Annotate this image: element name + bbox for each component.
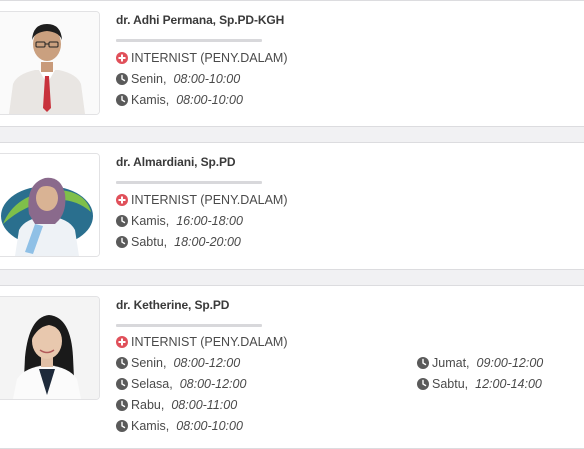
schedule-time: 08:00-12:00 bbox=[179, 377, 247, 391]
plus-circle-icon bbox=[116, 194, 128, 206]
schedule-item: Rabu, 08:00-11:00 bbox=[116, 398, 237, 412]
clock-icon bbox=[116, 236, 128, 248]
clock-icon bbox=[116, 378, 128, 390]
doctor-name[interactable]: dr. Adhi Permana, Sp.PD-KGH bbox=[116, 13, 284, 27]
schedule-day: Rabu, bbox=[131, 398, 165, 412]
schedule-item: Selasa, 08:00-12:00 bbox=[116, 377, 246, 391]
name-divider bbox=[116, 39, 262, 42]
schedule-day: Sabtu, bbox=[131, 235, 168, 249]
schedule-item: Kamis, 16:00-18:00 bbox=[116, 214, 243, 228]
schedule-item: Sabtu, 12:00-14:00 bbox=[417, 377, 542, 391]
doctor-specialty: INTERNIST (PENY.DALAM) bbox=[116, 335, 288, 349]
clock-icon bbox=[417, 378, 429, 390]
schedule-time: 16:00-18:00 bbox=[176, 214, 243, 228]
clock-icon bbox=[116, 73, 128, 85]
clock-icon bbox=[116, 399, 128, 411]
schedule-time: 18:00-20:00 bbox=[174, 235, 241, 249]
schedule-day: Selasa, bbox=[131, 377, 173, 391]
clock-icon bbox=[116, 357, 128, 369]
doctor-specialty: INTERNIST (PENY.DALAM) bbox=[116, 193, 288, 207]
name-divider bbox=[116, 181, 262, 184]
schedule-time: 09:00-12:00 bbox=[476, 356, 544, 370]
schedule-day: Senin, bbox=[131, 72, 167, 86]
schedule-day: Sabtu, bbox=[432, 377, 469, 391]
doctor-photo bbox=[0, 153, 100, 257]
schedule-item: Senin, 08:00-12:00 bbox=[116, 356, 240, 370]
schedule-item: Kamis, 08:00-10:00 bbox=[116, 93, 243, 107]
specialty-label: INTERNIST (PENY.DALAM) bbox=[131, 335, 288, 349]
doctor-specialty: INTERNIST (PENY.DALAM) bbox=[116, 51, 288, 65]
schedule-time: 08:00-12:00 bbox=[173, 356, 241, 370]
schedule-item: Kamis, 08:00-10:00 bbox=[116, 419, 243, 433]
specialty-label: INTERNIST (PENY.DALAM) bbox=[131, 193, 288, 207]
schedule-time: 08:00-10:00 bbox=[176, 419, 243, 433]
schedule-day: Kamis, bbox=[131, 214, 170, 228]
name-divider bbox=[116, 324, 262, 327]
schedule-day: Jumat, bbox=[432, 356, 470, 370]
specialty-label: INTERNIST (PENY.DALAM) bbox=[131, 51, 288, 65]
schedule-item: Jumat, 09:00-12:00 bbox=[417, 356, 543, 370]
schedule-day: Senin, bbox=[131, 356, 167, 370]
schedule-item: Sabtu, 18:00-20:00 bbox=[116, 235, 241, 249]
doctor-name[interactable]: dr. Almardiani, Sp.PD bbox=[116, 155, 236, 169]
schedule-time: 08:00-11:00 bbox=[171, 398, 238, 412]
schedule-time: 08:00-10:00 bbox=[173, 72, 241, 86]
plus-circle-icon bbox=[116, 52, 128, 64]
schedule-time: 08:00-10:00 bbox=[176, 93, 243, 107]
doctor-photo bbox=[0, 11, 100, 115]
schedule-day: Kamis, bbox=[131, 419, 170, 433]
clock-icon bbox=[116, 94, 128, 106]
doctor-photo bbox=[0, 296, 100, 400]
plus-circle-icon bbox=[116, 336, 128, 348]
doctor-card: dr. Ketherine, Sp.PD INTERNIST (PENY.DAL… bbox=[0, 285, 584, 449]
doctor-card: dr. Almardiani, Sp.PD INTERNIST (PENY.DA… bbox=[0, 142, 584, 270]
doctor-card: dr. Adhi Permana, Sp.PD-KGH INTERNIST (P… bbox=[0, 0, 584, 127]
schedule-time: 12:00-14:00 bbox=[475, 377, 542, 391]
clock-icon bbox=[116, 215, 128, 227]
clock-icon bbox=[417, 357, 429, 369]
doctor-name[interactable]: dr. Ketherine, Sp.PD bbox=[116, 298, 229, 312]
schedule-day: Kamis, bbox=[131, 93, 170, 107]
schedule-item: Senin, 08:00-10:00 bbox=[116, 72, 240, 86]
clock-icon bbox=[116, 420, 128, 432]
